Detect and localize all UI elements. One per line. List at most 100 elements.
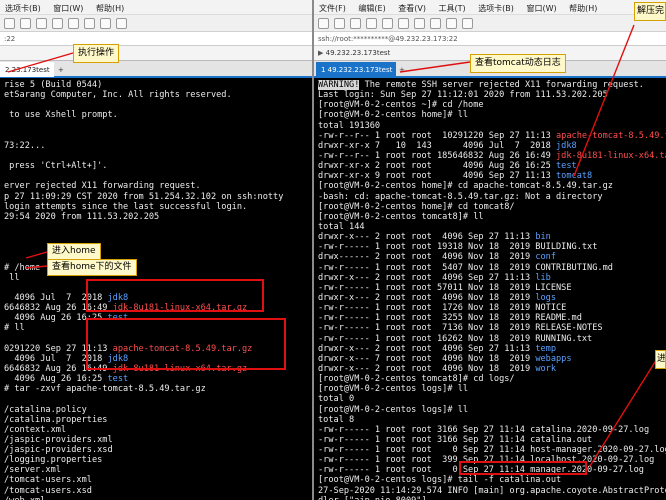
right-address-bar[interactable]: ssh://root:**********@49.232.23.173:22	[314, 32, 666, 46]
terminal-line: p 27 11:09:29 CST 2020 from 51.254.32.10…	[4, 192, 312, 202]
terminal-text: -rw-r--r-- 1 root root 10291220 Sep 27 1…	[318, 130, 556, 141]
open-folder-icon[interactable]	[20, 18, 31, 29]
left-menu-window[interactable]: 窗口(W)	[48, 0, 88, 14]
menu-tools[interactable]: 工具(T)	[434, 0, 471, 14]
terminal-text: erver rejected X11 forwarding request.	[4, 181, 201, 192]
terminal-line: [root@VM-0-2-centos home]# cd tomcat8/	[318, 202, 666, 212]
terminal-text: -bash: cd: apache-tomcat-8.5.49.tar.gz: …	[318, 191, 603, 202]
paste-icon[interactable]	[68, 18, 79, 29]
right-terminal[interactable]: WARNING! The remote SSH server rejected …	[314, 80, 666, 500]
search-icon[interactable]	[84, 18, 95, 29]
terminal-line: 29:54 2020 from 111.53.202.205	[4, 212, 312, 222]
terminal-line: /server.xml	[4, 465, 312, 475]
callout-view-files: 查看home下的文件	[47, 259, 137, 276]
left-tab-add-icon[interactable]: +	[55, 62, 67, 77]
new-session-icon[interactable]	[4, 18, 15, 29]
left-address-bar[interactable]: :22	[0, 32, 312, 46]
terminal-text: [root@VM-0-2-centos logs]# ll	[318, 404, 469, 415]
pin-icon[interactable]: ▶	[318, 49, 326, 57]
terminal-line: /jaspic-providers.xsd	[4, 445, 312, 455]
terminal-line: /tomcat-users.xml	[4, 475, 312, 485]
terminal-text: dler ["ajp-nio-8009"]	[318, 496, 427, 500]
terminal-text: -rw-r----- 1 root root 1726 Nov 18 2019 …	[318, 303, 567, 314]
terminal-line: rise 5 (Build 0544)	[4, 80, 312, 90]
globe-icon[interactable]	[430, 18, 441, 29]
terminal-text: -rw-r----- 1 root root 3166 Sep 27 11:14…	[318, 424, 650, 435]
terminal-text: total 144	[318, 221, 365, 232]
menu-view[interactable]: 查看(V)	[393, 0, 431, 14]
link-icon[interactable]	[36, 18, 47, 29]
terminal-text: p 27 11:09:29 CST 2020 from 51.254.32.10…	[4, 191, 284, 202]
menu-tab[interactable]: 选项卡(B)	[473, 0, 519, 14]
terminal-line: -rw-r----- 1 root root 3166 Sep 27 11:14…	[318, 425, 666, 435]
callout-extract: 解压完	[634, 2, 666, 21]
terminal-line: -rw-r--r-- 1 root root 185646832 Aug 26 …	[318, 151, 666, 161]
right-session-tab[interactable]: 1 49.232.23.173test	[316, 62, 396, 77]
terminal-line: 73:22...	[4, 141, 312, 151]
terminal-text: /catalina.properties	[4, 414, 108, 425]
open-folder-icon[interactable]	[334, 18, 345, 29]
terminal-line: press 'Ctrl+Alt+]'.	[4, 161, 312, 171]
right-session-name: 49.232.23.173test	[325, 49, 391, 57]
lock-icon[interactable]	[446, 18, 457, 29]
right-toolbar	[314, 15, 666, 32]
highlight-box-tail-command	[459, 461, 587, 475]
terminal-text: -rw-r----- 1 root root 5407 Nov 18 2019 …	[318, 262, 613, 273]
terminal-text: total 191360	[318, 120, 381, 131]
print-icon[interactable]	[100, 18, 111, 29]
terminal-text: total 8	[318, 414, 355, 425]
terminal-line: -rw-r----- 1 root root 0 Sep 27 11:14 ho…	[318, 445, 666, 455]
terminal-line: /tomcat-users.xsd	[4, 486, 312, 496]
terminal-text: /jaspic-providers.xml	[4, 434, 113, 445]
callout-enter-home: 进入home	[47, 243, 101, 260]
new-session-icon[interactable]	[318, 18, 329, 29]
menu-edit[interactable]: 编辑(E)	[353, 0, 390, 14]
terminal-text: -rw-r----- 1 root root 0 Sep 27 11:14 ho…	[318, 445, 666, 456]
copy-icon[interactable]	[52, 18, 63, 29]
highlight-box-home-listing-after-upload	[86, 318, 286, 370]
left-menu-help[interactable]: 帮助(H)	[91, 0, 129, 14]
terminal-blue-text: test	[107, 374, 129, 385]
terminal-text: 29:54 2020 from 111.53.202.205	[4, 211, 160, 222]
terminal-line: drwxr-xr-x 7 10 143 4096 Jul 7 2018 jdk8	[318, 141, 666, 151]
menu-help[interactable]: 帮助(H)	[564, 0, 602, 14]
terminal-line: -rw-r----- 1 root root 5407 Nov 18 2019 …	[318, 263, 666, 273]
terminal-line: -rw-r----- 1 root root 19318 Nov 18 2019…	[318, 242, 666, 252]
terminal-line: [root@VM-0-2-centos logs]# ll	[318, 405, 666, 415]
terminal-blue-text: logs	[535, 292, 557, 303]
terminal-line: erver rejected X11 forwarding request.	[4, 181, 312, 191]
terminal-blue-text: conf	[535, 252, 557, 263]
terminal-line: -rw-r----- 1 root root 3166 Sep 27 11:14…	[318, 435, 666, 445]
paste-icon[interactable]	[382, 18, 393, 29]
terminal-line: etSarang Computer, Inc. All rights reser…	[4, 90, 312, 100]
link-icon[interactable]	[350, 18, 361, 29]
left-menu-bar: 选项卡(B) 窗口(W) 帮助(H)	[0, 0, 312, 15]
terminal-line: [root@VM-0-2-centos ~]# cd /home	[318, 100, 666, 110]
terminal-blue-text: work	[535, 363, 557, 374]
menu-file[interactable]: 文件(F)	[314, 0, 351, 14]
right-session-tab-label: 1 49.232.23.173test	[321, 66, 393, 74]
terminal-text: /server.xml	[4, 465, 61, 476]
terminal-text: 73:22...	[4, 140, 46, 151]
terminal-text: total 0	[318, 394, 355, 405]
terminal-line: -rw-r--r-- 1 root root 10291220 Sep 27 1…	[318, 131, 666, 141]
terminal-line: WARNING! The remote SSH server rejected …	[318, 80, 666, 90]
print-icon[interactable]	[414, 18, 425, 29]
search-icon[interactable]	[398, 18, 409, 29]
terminal-blue-text: tomcat8	[556, 171, 593, 182]
terminal-text: -rw-r--r-- 1 root root 185646832 Aug 26 …	[318, 150, 556, 161]
terminal-text: [root@VM-0-2-centos home]# ll	[318, 110, 469, 121]
left-session-tab[interactable]: 2.23.173test	[0, 62, 54, 77]
left-menu-tab[interactable]: 选项卡(B)	[0, 0, 46, 14]
terminal-line: 27-Sep-2020 11:14:29.574 INFO [main] org…	[318, 486, 666, 496]
terminal-text: etSarang Computer, Inc. All rights reser…	[4, 90, 232, 101]
copy-icon[interactable]	[366, 18, 377, 29]
globe-icon[interactable]	[116, 18, 127, 29]
terminal-line: total 191360	[318, 121, 666, 131]
terminal-text: 4096 Aug 26 16:25	[4, 374, 108, 385]
menu-window[interactable]: 窗口(W)	[521, 0, 561, 14]
right-tab-add-icon[interactable]: +	[396, 62, 408, 77]
terminal-text: Last login: Sun Sep 27 11:12:01 2020 fro…	[318, 90, 608, 101]
keyboard-icon[interactable]	[462, 18, 473, 29]
